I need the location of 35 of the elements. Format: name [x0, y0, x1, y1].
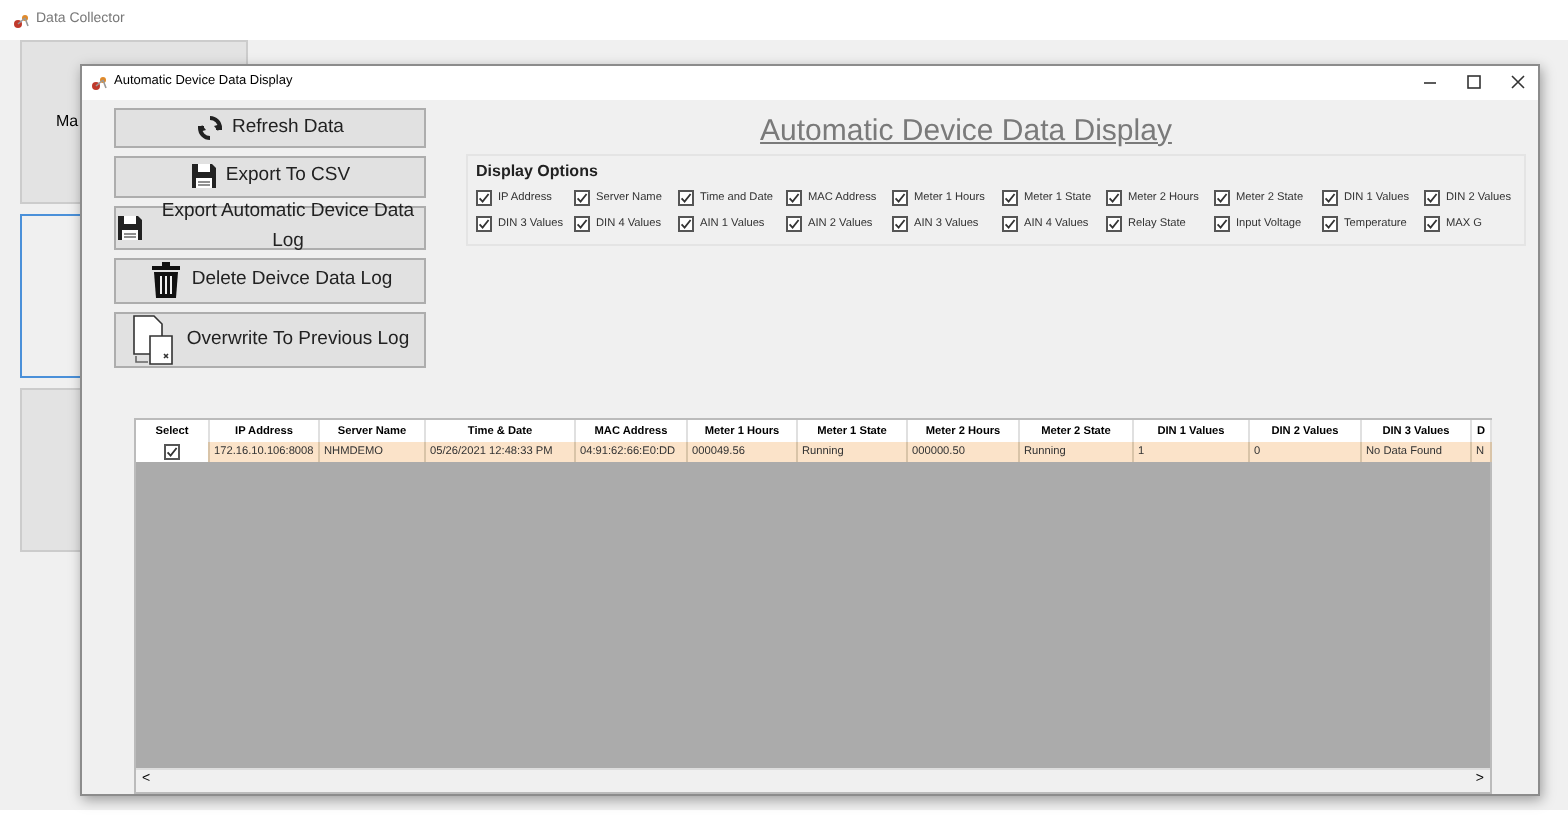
checkbox[interactable] — [1322, 215, 1338, 232]
checkbox[interactable] — [1002, 190, 1018, 207]
checkbox[interactable] — [678, 215, 694, 232]
checkbox[interactable] — [892, 215, 908, 232]
checkbox[interactable] — [1424, 190, 1440, 207]
checkbox[interactable] — [786, 190, 802, 207]
checkbox[interactable] — [574, 190, 590, 207]
checkbox[interactable] — [786, 215, 802, 232]
maximize-icon[interactable] — [1466, 74, 1482, 91]
close-icon[interactable] — [1510, 74, 1526, 91]
documents-icon — [130, 313, 179, 366]
checkbox[interactable] — [1214, 190, 1230, 207]
action-button[interactable]: Overwrite To Previous Log — [114, 311, 426, 368]
refresh-icon — [196, 113, 224, 142]
trash-icon — [147, 260, 184, 301]
page-heading: Automatic Device Data Display — [760, 111, 1172, 152]
checkbox[interactable] — [892, 190, 908, 207]
row-checkbox[interactable] — [164, 444, 180, 461]
app-icon — [12, 11, 30, 29]
checkbox[interactable] — [1214, 215, 1230, 232]
action-button[interactable]: Refresh Data — [114, 107, 426, 148]
checkbox[interactable] — [1106, 190, 1122, 207]
group-title: Display Options — [476, 160, 600, 185]
checkbox[interactable] — [1322, 190, 1338, 207]
checkbox[interactable] — [1106, 215, 1122, 232]
action-button[interactable]: Delete Deivce Data Log — [114, 257, 426, 304]
action-button[interactable]: Export To CSV — [114, 155, 426, 198]
checkbox[interactable] — [476, 190, 492, 207]
checkbox[interactable] — [678, 190, 694, 207]
checkbox[interactable] — [476, 215, 492, 232]
checkbox[interactable] — [1002, 215, 1018, 232]
action-button[interactable]: Export Automatic Device Data Log — [114, 205, 426, 250]
checkbox[interactable] — [574, 215, 590, 232]
checkbox[interactable] — [1424, 215, 1440, 232]
app-icon — [90, 73, 108, 92]
